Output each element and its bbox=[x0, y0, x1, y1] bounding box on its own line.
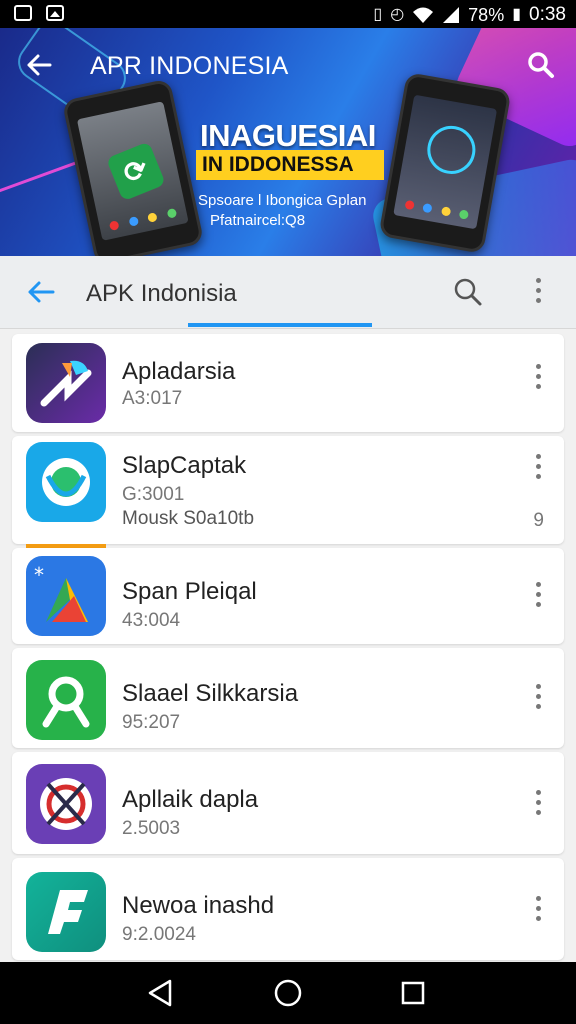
app-list: Apladarsia A3:017 SlapCaptak G:3001 Mous… bbox=[12, 334, 564, 964]
svg-text:*: * bbox=[34, 563, 44, 587]
alarm-icon: ◴ bbox=[390, 6, 405, 23]
app-version: A3:017 bbox=[122, 388, 183, 409]
banner-subtitle-2: Pfatnaircel:Q8 bbox=[210, 212, 306, 229]
status-bar: ▯ ◴ 78% ▮ 0:38 bbox=[0, 0, 576, 28]
home-nav-icon[interactable] bbox=[273, 978, 303, 1008]
toolbar-title: APK Indonisia bbox=[86, 280, 237, 307]
app-logo-icon: ⟳ bbox=[105, 141, 166, 202]
app-name: Newoa inashd bbox=[122, 892, 275, 919]
banner-title: APR INDONESIA bbox=[90, 52, 289, 80]
banner-tag: IN IDDONESSA bbox=[196, 150, 384, 180]
more-options-icon[interactable] bbox=[528, 278, 548, 308]
app-icon bbox=[26, 660, 106, 740]
wifi-icon bbox=[413, 7, 434, 23]
list-item[interactable]: Apladarsia A3:017 bbox=[12, 334, 564, 432]
power-icon bbox=[423, 122, 480, 178]
list-item[interactable]: Newoa inashd 9:2.0024 bbox=[12, 858, 564, 960]
back-nav-icon[interactable] bbox=[146, 978, 174, 1008]
battery-icon: ▮ bbox=[512, 6, 522, 23]
image-icon bbox=[46, 5, 64, 21]
app-icon bbox=[26, 343, 106, 423]
app-icon bbox=[26, 872, 106, 952]
clock: 0:38 bbox=[529, 4, 566, 25]
app-publisher: Mousk S0a10tb bbox=[122, 508, 255, 529]
app-name: Span Pleiqal bbox=[122, 578, 257, 605]
back-arrow-icon[interactable] bbox=[26, 278, 56, 306]
battery-percent: 78% bbox=[468, 4, 505, 25]
search-icon[interactable] bbox=[524, 48, 558, 82]
app-name: Slaael Silkkarsia bbox=[122, 680, 299, 707]
app-name: Apladarsia bbox=[122, 358, 236, 385]
back-arrow-icon[interactable] bbox=[24, 50, 54, 80]
app-version: 9:2.0024 bbox=[122, 924, 196, 945]
recents-nav-icon[interactable] bbox=[400, 978, 426, 1008]
list-item[interactable]: SlapCaptak G:3001 Mousk S0a10tb 9 bbox=[12, 436, 564, 548]
app-icon bbox=[26, 764, 106, 844]
app-version: G:3001 bbox=[122, 484, 185, 505]
more-options-icon[interactable] bbox=[534, 790, 542, 818]
app-version: 43:004 bbox=[122, 610, 181, 631]
system-nav-bar bbox=[0, 962, 576, 1024]
app-toolbar: APK Indonisia bbox=[0, 256, 576, 329]
banner-subtitle: Spsoare l Ibongica Gplan bbox=[198, 192, 367, 209]
more-options-icon[interactable] bbox=[534, 684, 542, 712]
header-banner: ⟳ APR INDONESIA INAGUESIAI IN IDDONESSA … bbox=[0, 28, 576, 256]
more-options-icon[interactable] bbox=[534, 896, 542, 924]
list-item[interactable]: Slaael Silkkarsia 95:207 bbox=[12, 648, 564, 748]
app-icon: * bbox=[26, 556, 106, 636]
list-item[interactable]: Apllaik dapla 2.5003 bbox=[12, 752, 564, 854]
more-options-icon[interactable] bbox=[534, 454, 542, 482]
app-version: 95:207 bbox=[122, 712, 181, 733]
app-meta: 9 bbox=[533, 510, 544, 531]
app-name: Apllaik dapla bbox=[122, 786, 259, 813]
app-icon bbox=[26, 442, 106, 522]
banner-headline: INAGUESIAI bbox=[200, 118, 376, 153]
more-options-icon[interactable] bbox=[534, 582, 542, 610]
signal-icon bbox=[443, 7, 460, 23]
app-version: 2.5003 bbox=[122, 818, 181, 839]
vibrate-icon: ▯ bbox=[373, 6, 383, 23]
search-icon[interactable] bbox=[452, 276, 484, 308]
list-item[interactable]: * Span Pleiqal 43:004 bbox=[12, 548, 564, 644]
notification-icon bbox=[14, 5, 32, 21]
more-options-icon[interactable] bbox=[534, 364, 542, 392]
app-name: SlapCaptak bbox=[122, 452, 247, 479]
tab-indicator bbox=[188, 323, 372, 327]
